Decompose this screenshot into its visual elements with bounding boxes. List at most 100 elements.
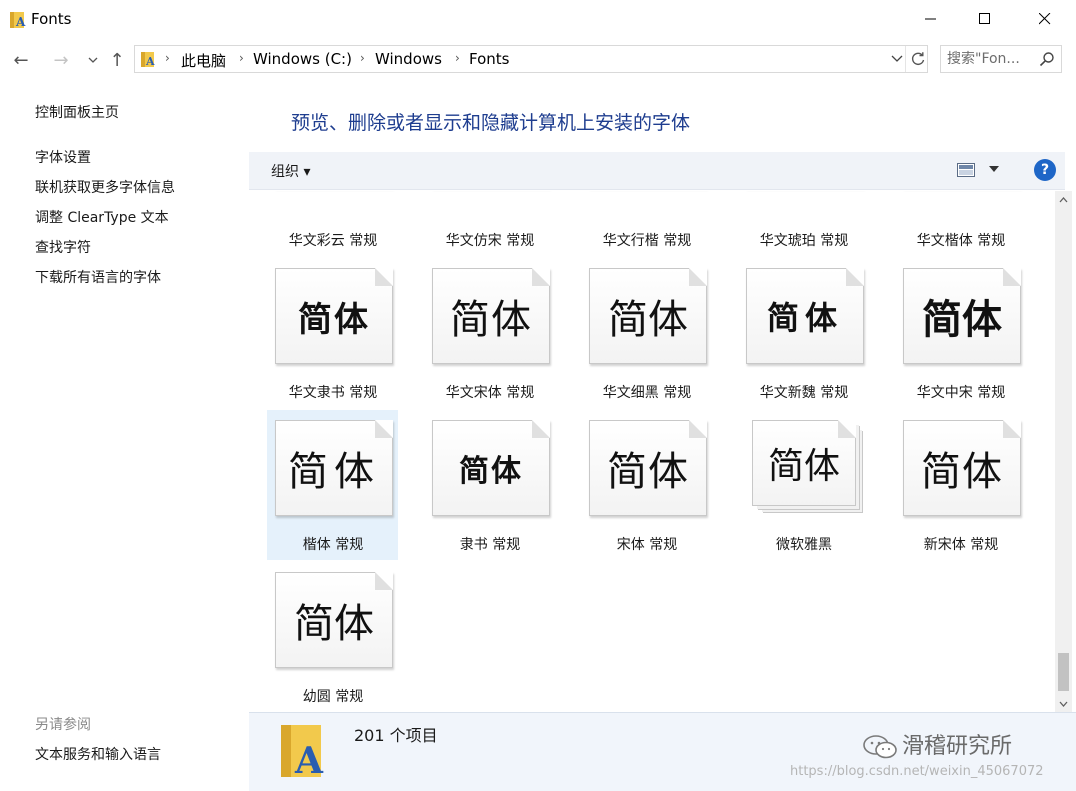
font-file-icon: 简体	[589, 268, 707, 364]
maximize-icon	[979, 13, 990, 24]
scroll-down-button[interactable]	[1055, 695, 1072, 712]
font-item-huawen-caiyun[interactable]: ˘ ˘ ˘ ˘ 华文彩云 常规	[269, 191, 397, 249]
vertical-scrollbar[interactable]	[1055, 191, 1072, 712]
font-item-label: 华文琥珀 常规	[759, 233, 849, 249]
font-item-label: 华文仿宋 常规	[445, 233, 535, 249]
font-item-microsoft-yahei[interactable]: 简体 微软雅黑	[740, 410, 868, 560]
see-also-heading: 另请参阅	[35, 717, 91, 733]
recent-locations-button[interactable]	[80, 48, 106, 72]
font-file-icon: 简体	[903, 420, 1021, 516]
view-options-dropdown-icon[interactable]	[989, 166, 999, 172]
change-view-icon[interactable]	[957, 163, 975, 177]
organize-menu-button[interactable]: 组织 ▾	[271, 161, 310, 181]
font-item-huawen-kaiti[interactable]: 华文楷体 常规	[897, 191, 1025, 249]
font-item-label: 华文行楷 常规	[602, 233, 692, 249]
font-item-huawen-zhongsong[interactable]: 简体 华文中宋 常规	[897, 258, 1025, 408]
close-button[interactable]	[1018, 0, 1072, 38]
watermark-url: https://blog.csdn.net/weixin_45067072	[790, 764, 1044, 779]
wechat-icon	[863, 735, 897, 759]
font-item-label: 宋体 常规	[616, 537, 678, 553]
search-box[interactable]	[940, 45, 1062, 73]
back-button[interactable]: ←	[8, 48, 34, 72]
font-item-label: 华文隶书 常规	[288, 385, 378, 401]
breadcrumb-separator-icon[interactable]: ›	[455, 51, 460, 65]
chevron-down-icon	[891, 55, 903, 62]
download-all-language-fonts-link[interactable]: 下载所有语言的字体	[35, 267, 161, 287]
font-item-label: 楷体 常规	[302, 537, 364, 553]
font-preview: 简体	[766, 299, 843, 337]
font-preview: 简体	[288, 449, 380, 495]
control-panel-home-link[interactable]: 控制面板主页	[35, 102, 119, 122]
font-item-label: 华文中宋 常规	[916, 385, 1006, 401]
font-items-view: ˘ ˘ ˘ ˘ 华文彩云 常规 华文仿宋 常规 华文行楷 常规 ▪ ▪ ▪ ▪ …	[249, 191, 1055, 712]
scrollbar-thumb[interactable]	[1058, 653, 1069, 691]
text-services-link[interactable]: 文本服务和输入语言	[35, 744, 161, 764]
breadcrumb-windows[interactable]: Windows	[375, 50, 442, 68]
svg-text:A: A	[294, 740, 324, 779]
font-preview: 简体	[459, 454, 523, 489]
fonts-folder-icon: A	[281, 725, 324, 779]
font-item-songti[interactable]: 简体 宋体 常规	[583, 410, 711, 560]
font-item-label: 隶书 常规	[459, 537, 521, 553]
fonts-folder-icon: A	[141, 52, 155, 67]
font-item-youyuan[interactable]: 简体 幼圆 常规	[269, 562, 397, 712]
breadcrumb-separator-icon[interactable]: ›	[165, 51, 170, 65]
font-file-icon: 简体	[275, 420, 393, 516]
font-file-icon: 简体	[589, 420, 707, 516]
font-preview: 简体	[767, 446, 840, 487]
font-item-huawen-xingkai[interactable]: 华文行楷 常规	[583, 191, 711, 249]
font-item-huawen-songti[interactable]: 简体 华文宋体 常规	[426, 258, 554, 408]
font-family-stack-icon: 简体	[752, 420, 856, 506]
font-item-huawen-xihei[interactable]: 简体 华文细黑 常规	[583, 258, 711, 408]
font-preview: 简体	[921, 449, 1003, 495]
minimize-button[interactable]	[904, 0, 958, 38]
font-item-label: 幼圆 常规	[302, 689, 364, 705]
forward-arrow-icon: →	[53, 49, 69, 71]
font-file-icon: 简体	[746, 268, 864, 364]
chevron-down-icon	[1059, 701, 1068, 707]
refresh-icon	[911, 52, 924, 66]
font-item-kaiti[interactable]: 简体 楷体 常规	[267, 410, 398, 560]
left-task-pane: 控制面板主页 字体设置 联机获取更多字体信息 调整 ClearType 文本 查…	[0, 82, 249, 791]
font-item-lishu[interactable]: 简体 隶书 常规	[426, 410, 554, 560]
maximize-button[interactable]	[958, 0, 1012, 38]
font-item-huawen-xinwei[interactable]: 简体 华文新魏 常规	[740, 258, 868, 408]
forward-button[interactable]: →	[48, 48, 74, 72]
font-file-icon: 简体	[432, 420, 550, 516]
breadcrumb-fonts[interactable]: Fonts	[469, 50, 509, 68]
search-icon[interactable]	[1039, 51, 1055, 67]
help-button[interactable]: ?	[1034, 159, 1056, 181]
adjust-cleartype-link[interactable]: 调整 ClearType 文本	[35, 207, 169, 227]
font-item-huawen-fangsong[interactable]: 华文仿宋 常规	[426, 191, 554, 249]
title-bar: A Fonts	[0, 0, 1076, 38]
font-item-huawen-lishu[interactable]: 简体 华文隶书 常规	[269, 258, 397, 408]
watermark-text: 滑稽研究所	[862, 728, 1012, 760]
find-character-link[interactable]: 查找字符	[35, 237, 91, 257]
breadcrumb-separator-icon[interactable]: ›	[239, 51, 244, 65]
font-file-icon: 简体	[275, 572, 393, 668]
font-item-label: 华文细黑 常规	[602, 385, 692, 401]
scroll-up-button[interactable]	[1055, 191, 1072, 208]
back-arrow-icon: ←	[13, 49, 29, 71]
breadcrumb-separator-icon[interactable]: ›	[360, 51, 365, 65]
fonts-folder-icon: A	[10, 12, 26, 28]
address-bar[interactable]: A › 此电脑 › Windows (C:) › Windows › Fonts	[134, 45, 928, 73]
search-input[interactable]	[947, 49, 1035, 69]
font-settings-link[interactable]: 字体设置	[35, 147, 91, 167]
breadcrumb-this-pc[interactable]: 此电脑	[181, 50, 226, 71]
up-arrow-icon: ↑	[109, 49, 125, 71]
address-history-button[interactable]	[887, 48, 907, 70]
font-preview: 简体	[607, 449, 689, 495]
get-more-fonts-online-link[interactable]: 联机获取更多字体信息	[35, 177, 175, 197]
close-icon	[1039, 13, 1051, 25]
breadcrumb-drive-c[interactable]: Windows (C:)	[253, 50, 352, 68]
font-item-label: 微软雅黑	[776, 537, 832, 553]
font-preview: 简体	[298, 299, 370, 340]
refresh-button[interactable]	[905, 46, 929, 72]
svg-text:A: A	[145, 55, 155, 67]
up-button[interactable]: ↑	[104, 48, 130, 72]
minimize-icon	[925, 18, 936, 20]
font-item-nsimsun[interactable]: 简体 新宋体 常规	[897, 410, 1025, 560]
font-item-huawen-hupo[interactable]: ▪ ▪ ▪ ▪ 华文琥珀 常规	[740, 191, 868, 249]
window-title: Fonts	[31, 10, 72, 28]
